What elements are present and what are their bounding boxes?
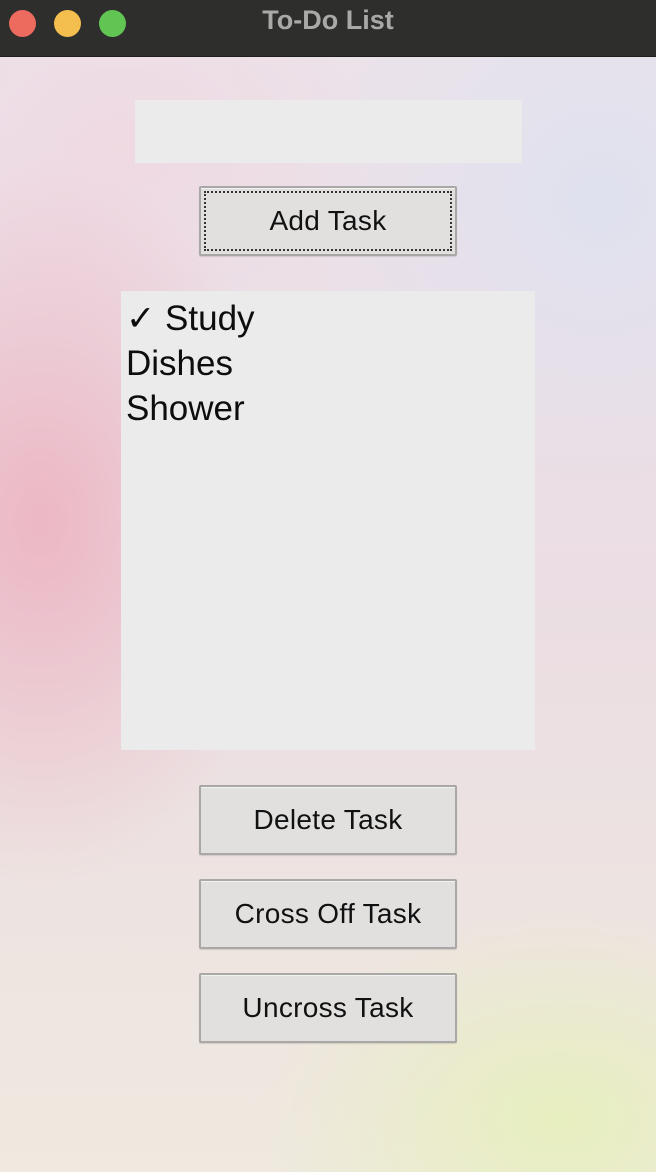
add-task-button[interactable]: Add Task (199, 186, 457, 256)
task-input[interactable] (135, 100, 522, 163)
task-list-item-shower[interactable]: Shower (121, 386, 535, 431)
task-list[interactable]: ✓ Study Dishes Shower (121, 291, 535, 750)
uncross-task-button[interactable]: Uncross Task (199, 973, 457, 1043)
task-list-item-study[interactable]: ✓ Study (121, 296, 535, 341)
cross-off-task-button[interactable]: Cross Off Task (199, 879, 457, 949)
task-list-item-dishes[interactable]: Dishes (121, 341, 535, 386)
window-title: To-Do List (262, 5, 394, 35)
app-window: To-Do List Add Task ✓ Study Dishes Showe… (0, 0, 656, 1172)
delete-task-button[interactable]: Delete Task (199, 785, 457, 855)
title-bar: To-Do List (0, 0, 656, 57)
